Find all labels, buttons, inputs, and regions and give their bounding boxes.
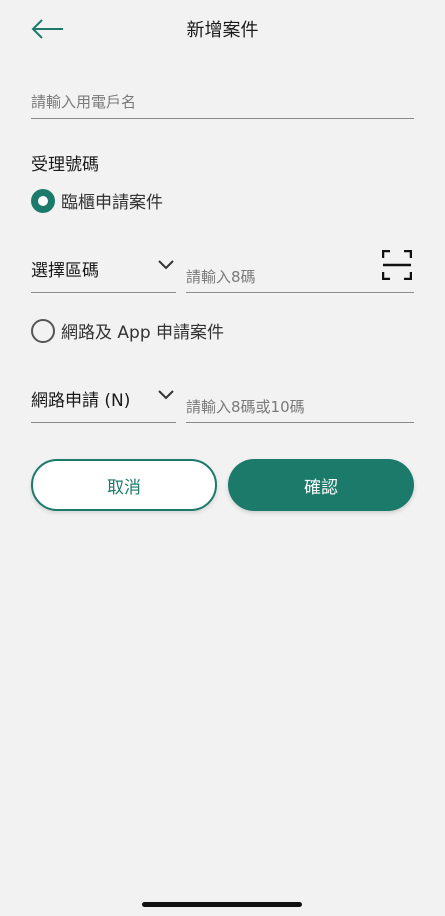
page-title: 新增案件: [186, 20, 259, 41]
confirm-button[interactable]: 確認: [228, 459, 414, 511]
code8-input[interactable]: [186, 262, 414, 292]
radio-counter-label: 臨櫃申請案件: [61, 193, 163, 213]
home-indicator[interactable]: [142, 902, 302, 907]
section-title: 受理號碼: [31, 155, 99, 175]
chevron-down-icon: [158, 390, 174, 400]
scan-frame-icon: [381, 249, 413, 281]
online-type-value: 網路申請 (N): [31, 391, 131, 411]
online-type-select[interactable]: 網路申請 (N): [31, 384, 176, 423]
name-input[interactable]: [31, 88, 414, 116]
code10-field[interactable]: [186, 388, 414, 423]
area-code-value: 選擇區碼: [31, 261, 99, 281]
name-field[interactable]: [31, 88, 414, 119]
area-code-select[interactable]: 選擇區碼: [31, 254, 176, 293]
code10-input[interactable]: [186, 392, 414, 422]
radio-online-application[interactable]: 網路及 App 申請案件: [31, 318, 224, 343]
scan-icon[interactable]: [381, 249, 413, 281]
radio-unselected-icon: [31, 318, 55, 343]
radio-counter-application[interactable]: 臨櫃申請案件: [31, 188, 163, 213]
header-bar: 新增案件: [0, 0, 445, 60]
code8-field[interactable]: [186, 258, 414, 293]
radio-online-label: 網路及 App 申請案件: [61, 323, 225, 343]
radio-selected-icon: [31, 188, 55, 213]
chevron-down-icon: [158, 260, 174, 270]
cancel-button[interactable]: 取消: [31, 459, 217, 511]
